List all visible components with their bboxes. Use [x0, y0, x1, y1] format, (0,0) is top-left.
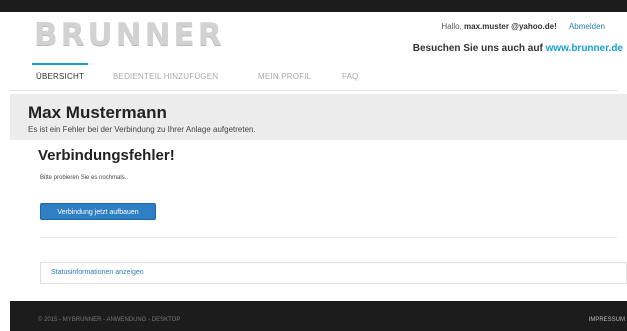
- visit-website-text: Besuchen Sie uns auch auf www.brunner.de: [413, 43, 623, 54]
- tab-uebersicht[interactable]: ÜBERSICHT: [32, 63, 89, 81]
- active-tab-indicator: [32, 63, 89, 65]
- user-greeting: Hallo, max.muster @yahoo.de! Abmelden: [441, 22, 605, 31]
- brunner-logo[interactable]: BRUNNER: [34, 20, 225, 51]
- content-divider: [40, 237, 617, 238]
- top-bar: [0, 0, 627, 12]
- tab-mein-profil[interactable]: MEIN PROFIL: [258, 72, 311, 81]
- impressum-link[interactable]: IMPRESSUM: [589, 317, 625, 323]
- status-info-link[interactable]: Statusinformationen anzeigen: [51, 269, 144, 276]
- tab-label: MEIN PROFIL: [258, 72, 312, 81]
- user-email: max.muster @yahoo.de!: [464, 22, 557, 31]
- logout-link[interactable]: Abmelden: [569, 22, 605, 31]
- tab-label: FAQ: [342, 72, 359, 81]
- error-message: Bitte probieren Sie es nochmals..: [40, 175, 129, 181]
- page-title: Max Mustermann: [28, 103, 167, 122]
- visit-text: Besuchen Sie uns auch auf: [412, 43, 543, 54]
- footer-copyright: © 2015 - MYBRUNNER - ANWENDUNG - DESKTOP: [38, 317, 181, 323]
- error-title: Verbindungsfehler!: [38, 147, 175, 164]
- nav-divider: [10, 90, 617, 91]
- tab-faq[interactable]: FAQ: [342, 72, 359, 81]
- reconnect-button[interactable]: Verbindung jetzt aufbauen: [40, 203, 156, 220]
- page-subtitle: Es ist ein Fehler bei der Verbindung zu …: [28, 125, 256, 134]
- greeting-prefix: Hallo,: [441, 22, 462, 31]
- tab-bedienteil-hinzufuegen[interactable]: BEDIENTEIL HINZUFÜGEN: [113, 72, 218, 81]
- website-link[interactable]: www.brunner.de: [546, 43, 623, 54]
- tab-label: ÜBERSICHT: [36, 72, 85, 81]
- footer-bar: [10, 301, 627, 331]
- status-info-panel[interactable]: Statusinformationen anzeigen: [40, 262, 627, 284]
- tab-label: BEDIENTEIL HINZUFÜGEN: [113, 72, 219, 81]
